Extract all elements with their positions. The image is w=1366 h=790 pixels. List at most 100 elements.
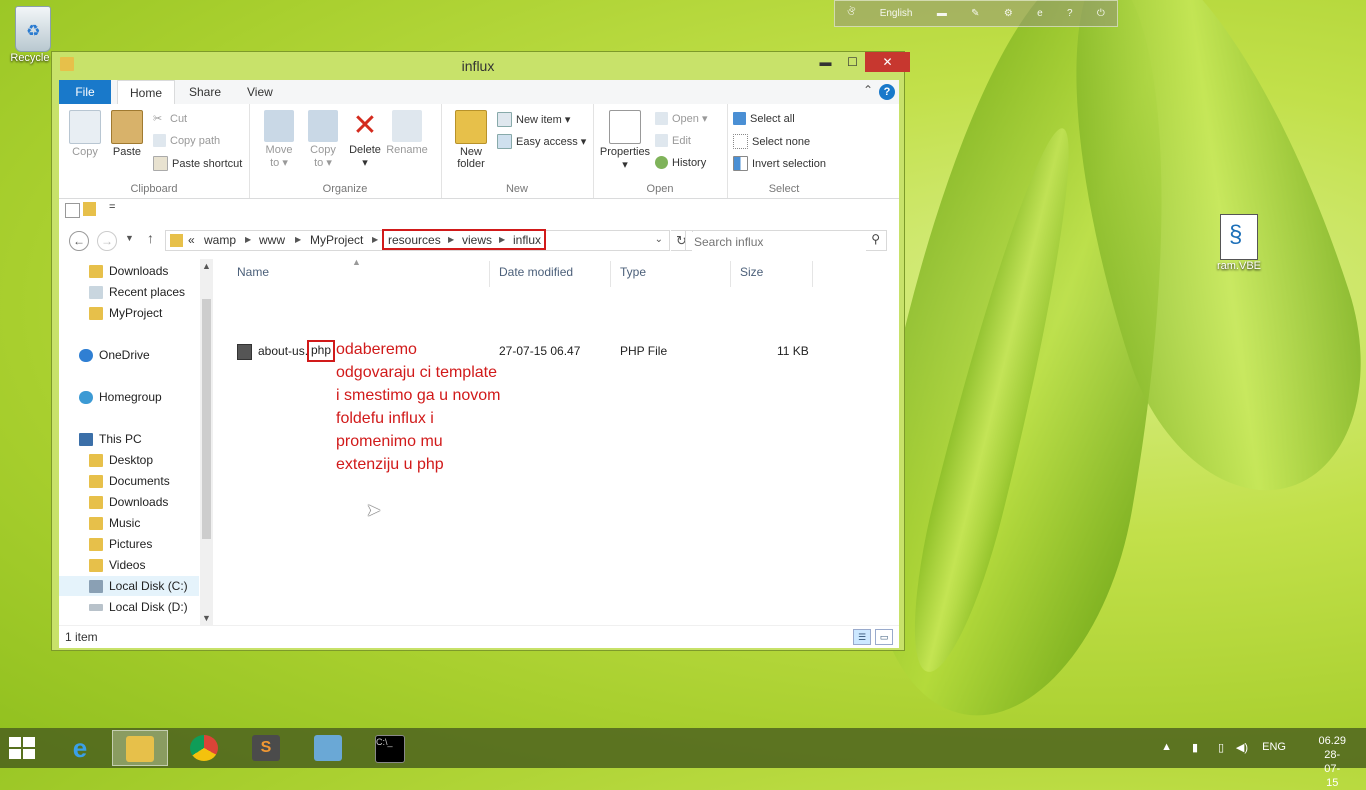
address-dropdown-icon[interactable]: ⌄ bbox=[655, 234, 663, 245]
customize-qat-button[interactable]: = bbox=[109, 201, 115, 213]
paste-button[interactable]: Paste bbox=[107, 110, 147, 158]
column-header-type[interactable]: Type bbox=[620, 265, 646, 279]
breadcrumb-views[interactable]: views bbox=[462, 233, 492, 247]
new-folder-button[interactable]: New folder bbox=[449, 110, 493, 170]
breadcrumb-arrow-icon[interactable]: ▶ bbox=[499, 235, 505, 244]
settings-icon[interactable]: ⚙ bbox=[1004, 8, 1013, 19]
search-box[interactable]: ⚲ bbox=[685, 230, 887, 251]
nav-item-documents[interactable]: Documents bbox=[59, 471, 199, 491]
cut-button[interactable]: ✂ Cut bbox=[153, 112, 187, 126]
recent-locations-chevron-icon[interactable]: ▼ bbox=[125, 233, 134, 243]
breadcrumb-www[interactable]: www bbox=[259, 233, 285, 247]
scroll-down-icon[interactable]: ▼ bbox=[202, 613, 211, 623]
network-icon[interactable]: ▮ bbox=[1192, 741, 1198, 754]
nav-item-recent-places[interactable]: Recent places bbox=[59, 282, 199, 302]
column-divider[interactable] bbox=[730, 261, 731, 287]
nav-item-desktop[interactable]: Desktop bbox=[59, 450, 199, 470]
minimize-bar-icon[interactable]: ▬ bbox=[937, 8, 947, 19]
rename-button[interactable]: Rename bbox=[385, 110, 429, 156]
breadcrumb-overflow[interactable]: « bbox=[188, 233, 195, 247]
move-to-button[interactable]: Move to ▾ bbox=[257, 110, 301, 169]
help-icon[interactable]: ? bbox=[879, 84, 895, 100]
taskbar-file-explorer[interactable] bbox=[112, 730, 168, 766]
breadcrumb-arrow-icon[interactable]: ▶ bbox=[295, 235, 301, 244]
tab-share[interactable]: Share bbox=[177, 80, 233, 104]
breadcrumb-arrow-icon[interactable]: ▶ bbox=[448, 235, 454, 244]
open-button[interactable]: Open ▾ bbox=[655, 112, 708, 125]
taskbar-app[interactable] bbox=[300, 730, 356, 766]
edit-button[interactable]: Edit bbox=[655, 134, 691, 147]
nav-item-local-disk-c[interactable]: Local Disk (C:) bbox=[59, 576, 199, 596]
volume-icon[interactable]: ◀) bbox=[1236, 741, 1248, 754]
paste-shortcut-button[interactable]: Paste shortcut bbox=[153, 156, 242, 171]
clock[interactable]: 06.29 28-07-15 bbox=[1318, 734, 1346, 790]
close-button[interactable]: ✕ bbox=[865, 52, 910, 72]
collapse-ribbon-icon[interactable]: ⌃ bbox=[863, 83, 873, 97]
breadcrumb-myproject[interactable]: MyProject bbox=[310, 233, 363, 247]
minimize-button[interactable]: ▬ bbox=[812, 52, 839, 72]
breadcrumb-influx[interactable]: influx bbox=[513, 233, 541, 247]
nav-item-downloads[interactable]: Downloads bbox=[59, 492, 199, 512]
column-header-date[interactable]: Date modified bbox=[499, 265, 573, 279]
nav-item-pictures[interactable]: Pictures bbox=[59, 534, 199, 554]
breadcrumb-arrow-icon[interactable]: ▶ bbox=[245, 235, 251, 244]
easy-access-button[interactable]: Easy access ▾ bbox=[497, 134, 586, 149]
breadcrumb-arrow-icon[interactable]: ▶ bbox=[372, 235, 378, 244]
ime-icon[interactable]: ঔ bbox=[847, 5, 855, 22]
taskbar-sublime-text[interactable]: S bbox=[238, 730, 294, 766]
input-language[interactable]: ENG bbox=[1262, 741, 1286, 753]
copy-to-button[interactable]: Copy to ▾ bbox=[301, 110, 345, 169]
new-folder-icon[interactable] bbox=[83, 202, 96, 216]
nav-scrollbar[interactable]: ▲ ▼ bbox=[200, 259, 213, 625]
back-button[interactable]: ← bbox=[69, 231, 89, 251]
tab-view[interactable]: View bbox=[235, 80, 285, 104]
copy-button[interactable]: Copy bbox=[65, 110, 105, 158]
address-bar[interactable]: « wamp ▶ www ▶ MyProject ▶ resources ▶ v… bbox=[165, 229, 670, 251]
tab-file[interactable]: File bbox=[59, 80, 111, 104]
nav-item-this-pc[interactable]: This PC bbox=[59, 429, 199, 449]
nav-item-myproject[interactable]: MyProject bbox=[59, 303, 199, 323]
taskbar-command-prompt[interactable]: C:\_ bbox=[362, 730, 418, 766]
up-button[interactable]: ↑ bbox=[147, 230, 154, 246]
column-divider[interactable] bbox=[812, 261, 813, 287]
column-header-name[interactable]: Name bbox=[237, 265, 269, 279]
nav-item-downloads-quick[interactable]: Downloads bbox=[59, 261, 199, 281]
properties-icon[interactable] bbox=[65, 203, 80, 218]
maximize-button[interactable]: ☐ bbox=[839, 52, 866, 72]
search-input[interactable] bbox=[692, 232, 866, 251]
scroll-thumb[interactable] bbox=[202, 299, 211, 539]
copy-path-button[interactable]: Copy path bbox=[153, 134, 220, 147]
nav-item-music[interactable]: Music bbox=[59, 513, 199, 533]
tool-icon[interactable]: ✎ bbox=[971, 8, 979, 19]
help-icon[interactable]: ? bbox=[1067, 8, 1073, 19]
new-item-button[interactable]: New item ▾ bbox=[497, 112, 570, 127]
delete-button[interactable]: ✕ Delete ▾ bbox=[343, 110, 387, 170]
details-view-button[interactable]: ☰ bbox=[853, 629, 871, 645]
search-icon[interactable]: ⚲ bbox=[871, 232, 880, 246]
forward-button[interactable]: → bbox=[97, 231, 117, 251]
history-button[interactable]: History bbox=[655, 156, 706, 169]
breadcrumb-wamp[interactable]: wamp bbox=[204, 233, 236, 247]
nav-item-local-disk-d[interactable]: Local Disk (D:) bbox=[59, 597, 199, 617]
scroll-up-icon[interactable]: ▲ bbox=[202, 261, 211, 271]
start-button[interactable] bbox=[9, 737, 37, 761]
large-icons-view-button[interactable]: ▭ bbox=[875, 629, 893, 645]
battery-icon[interactable]: ▯ bbox=[1218, 741, 1224, 754]
breadcrumb-resources[interactable]: resources bbox=[388, 233, 441, 247]
title-bar[interactable]: influx ▬ ☐ ✕ bbox=[52, 52, 910, 80]
column-header-size[interactable]: Size bbox=[740, 265, 763, 279]
select-none-button[interactable]: Select none bbox=[733, 134, 810, 149]
language-bar[interactable]: ঔ English ▬ ✎ ⚙ e ? ⏻ bbox=[834, 0, 1118, 27]
tab-home[interactable]: Home bbox=[117, 80, 176, 105]
properties-button[interactable]: Properties ▾ bbox=[597, 110, 653, 171]
show-hidden-icons-icon[interactable]: ▲ bbox=[1161, 741, 1172, 753]
browser-icon[interactable]: e bbox=[1037, 8, 1043, 19]
taskbar-internet-explorer[interactable]: e bbox=[52, 730, 108, 766]
nav-item-videos[interactable]: Videos bbox=[59, 555, 199, 575]
desktop-file-ram-vbe[interactable]: § ram.VBE bbox=[1212, 214, 1266, 272]
language-label[interactable]: English bbox=[880, 8, 913, 19]
column-divider[interactable] bbox=[610, 261, 611, 287]
taskbar-chrome[interactable] bbox=[176, 730, 232, 766]
nav-item-homegroup[interactable]: Homegroup bbox=[59, 387, 199, 407]
invert-selection-button[interactable]: Invert selection bbox=[733, 156, 826, 171]
